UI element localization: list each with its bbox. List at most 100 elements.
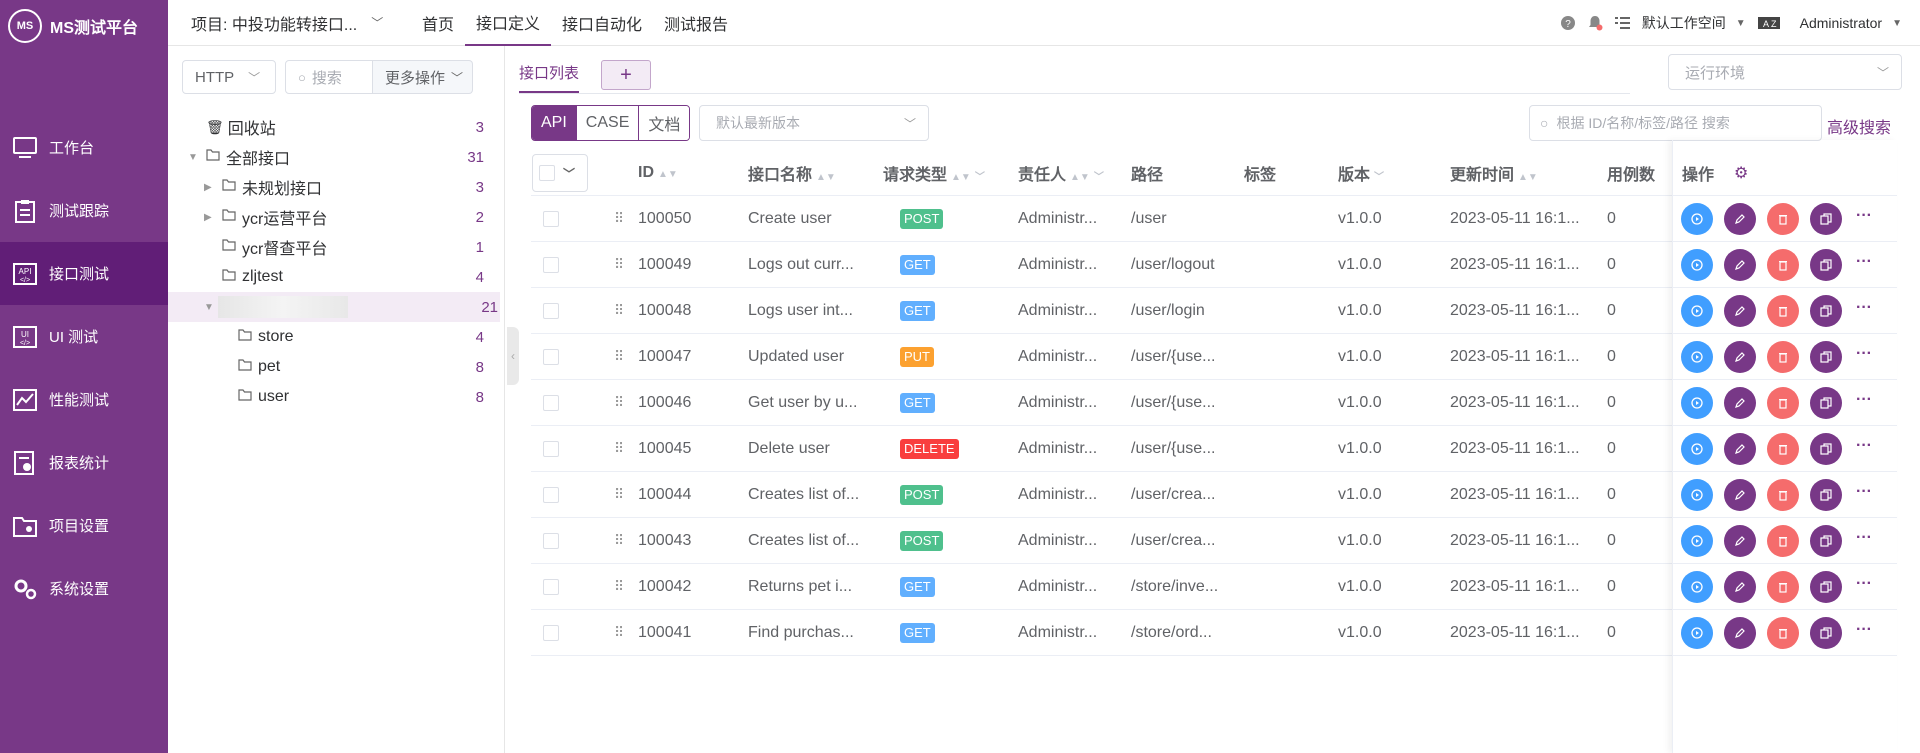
add-tab-button[interactable]: + — [601, 60, 652, 90]
cell-name[interactable]: Find purchas... — [748, 624, 863, 642]
advanced-search-link[interactable]: 高级搜索 — [1827, 114, 1891, 138]
chevron-down-icon: ﹀ — [1876, 65, 1889, 80]
drag-handle-icon[interactable]: ⠿ — [614, 532, 622, 549]
drag-handle-icon[interactable]: ⠿ — [614, 394, 622, 411]
row-checkbox[interactable] — [543, 486, 559, 503]
drag-handle-icon[interactable]: ⠿ — [614, 256, 622, 273]
select-all-dropdown[interactable]: ﹀ — [532, 154, 588, 192]
col-method[interactable]: 请求类型 ▲▼ ﹀ — [883, 161, 985, 185]
mode-1[interactable]: CASE — [575, 106, 639, 140]
col-version[interactable]: 版本 ﹀ — [1338, 161, 1384, 185]
tab-2[interactable]: 接口自动化 — [551, 0, 653, 46]
tree-toggle-icon[interactable]: ▶ — [204, 212, 218, 223]
tree-node-count: 4 — [475, 268, 484, 286]
sidebar-item-5[interactable]: 报表统计 — [0, 431, 168, 494]
tree-toggle-icon[interactable]: ▼ — [204, 302, 218, 313]
mode-2[interactable]: 文档 — [638, 106, 690, 140]
row-checkbox[interactable] — [543, 624, 559, 641]
project-selector[interactable]: 项目: 中投功能转接口... ﹀ — [191, 11, 396, 35]
drag-handle-icon[interactable]: ⠿ — [614, 624, 622, 641]
drag-handle-icon[interactable]: ⠿ — [614, 578, 622, 595]
col-name[interactable]: 接口名称 ▲▼ — [748, 161, 836, 185]
cell-name[interactable]: Updated user — [748, 348, 863, 366]
tree-node[interactable]: ▶ ycr运营平台 2 — [182, 202, 500, 232]
row-checkbox[interactable] — [543, 302, 559, 319]
tab-api-list[interactable]: 接口列表 — [519, 62, 580, 93]
tree-node-label: store — [258, 328, 294, 345]
drag-handle-icon[interactable]: ⠿ — [614, 348, 622, 365]
filter-icon[interactable]: ﹀ — [975, 172, 985, 183]
language-icon[interactable]: AZ — [1757, 17, 1780, 29]
sidebar-item-7[interactable]: 系统设置 — [0, 557, 168, 620]
app-logo[interactable]: MS MS测试平台 — [8, 8, 138, 44]
bell-icon[interactable] — [1587, 15, 1603, 31]
row-checkbox[interactable] — [543, 532, 559, 549]
cell-name[interactable]: Logs user int... — [748, 302, 863, 320]
tab-1[interactable]: 接口定义 — [465, 0, 552, 46]
row-checkbox[interactable] — [543, 210, 559, 227]
row-checkbox[interactable] — [543, 394, 559, 411]
workspace-selector[interactable]: 默认工作空间 ▼ — [1642, 13, 1746, 33]
col-updated[interactable]: 更新时间 ▲▼ — [1450, 161, 1538, 185]
drag-handle-icon[interactable]: ⠿ — [614, 302, 622, 319]
tree-toggle-icon[interactable]: ▶ — [204, 182, 218, 193]
tree-node[interactable]: ▶ 未规划接口 3 — [182, 172, 500, 202]
select-all-checkbox[interactable] — [539, 165, 555, 181]
cell-name[interactable]: Creates list of... — [748, 532, 863, 550]
drag-handle-icon[interactable]: ⠿ — [614, 440, 622, 457]
filter-icon[interactable]: ﹀ — [1374, 172, 1384, 183]
col-owner[interactable]: 责任人 ▲▼ ﹀ — [1018, 161, 1104, 185]
row-checkbox[interactable] — [543, 578, 559, 595]
tree-search-input[interactable]: ○ 搜索 — [285, 60, 373, 94]
cell-owner: Administr... — [1018, 255, 1098, 273]
cell-name[interactable]: Returns pet i... — [748, 578, 863, 596]
env-select[interactable]: 运行环境 ﹀ — [1668, 54, 1902, 90]
more-ops-button[interactable]: 更多操作 ﹀ — [373, 60, 473, 94]
help-icon[interactable]: ? — [1560, 16, 1575, 30]
tree-node[interactable]: ▼ 21 — [168, 292, 500, 322]
cell-name[interactable]: Creates list of... — [748, 486, 863, 504]
task-list-icon[interactable] — [1614, 16, 1630, 30]
sidebar-item-3[interactable]: UI </> UI 测试 — [0, 305, 168, 368]
sidebar-item-4[interactable]: 性能测试 — [0, 368, 168, 431]
tree-node[interactable]: ▼ 全部接口 31 — [182, 142, 500, 172]
drag-handle-icon[interactable]: ⠿ — [614, 210, 622, 227]
sidebar-item-2[interactable]: API </> 接口测试 — [0, 242, 168, 305]
mode-0[interactable]: API — [532, 106, 576, 140]
tree-node[interactable]: user 8 — [182, 382, 500, 412]
tree-toggle-icon[interactable]: ▼ — [188, 152, 202, 163]
cell-name[interactable]: Delete user — [748, 440, 863, 458]
tab-3[interactable]: 测试报告 — [653, 0, 739, 46]
trash-node[interactable]: 🗑 回收站 3 — [182, 112, 500, 142]
sidebar-item-1[interactable]: 测试跟踪 — [0, 179, 168, 242]
sidebar-item-label: 接口测试 — [49, 266, 110, 283]
module-tree-panel: HTTP ﹀ ○ 搜索 更多操作 ﹀ 🗑 回收站 3 ▼ 全部接口 31 ▶ 未规划接口… — [168, 46, 505, 753]
cell-version: v1.0.0 — [1338, 531, 1382, 549]
tree-node[interactable]: pet 8 — [182, 352, 500, 382]
tab-0[interactable]: 首页 — [411, 0, 465, 46]
collapse-panel-handle[interactable]: ‹ — [507, 327, 519, 385]
sidebar-item-6[interactable]: 项目设置 — [0, 494, 168, 557]
chevron-down-icon: ﹀ — [563, 166, 576, 181]
user-menu[interactable]: Administrator ▼ — [1800, 15, 1902, 31]
drag-handle-icon[interactable]: ⠿ — [614, 486, 622, 503]
row-checkbox[interactable] — [543, 348, 559, 365]
row-checkbox[interactable] — [543, 440, 559, 457]
version-select[interactable]: 默认最新版本 ﹀ — [699, 105, 929, 141]
cell-name[interactable]: Create user — [748, 210, 863, 228]
cell-name[interactable]: Logs out curr... — [748, 256, 863, 274]
tree-node-label: 未规划接口 — [242, 181, 323, 198]
svg-text:?: ? — [1565, 19, 1571, 30]
col-owner-label: 责任人 — [1018, 166, 1067, 184]
row-checkbox[interactable] — [543, 256, 559, 273]
filter-icon[interactable]: ﹀ — [1094, 172, 1104, 183]
tree-node[interactable]: zljtest 4 — [182, 262, 500, 292]
api-search-input[interactable]: ○ 根据 ID/名称/标签/路径 搜索 — [1529, 105, 1822, 141]
tree-node[interactable]: store 4 — [182, 322, 500, 352]
sidebar-item-0[interactable]: 工作台 — [0, 116, 168, 179]
tree-node[interactable]: ycr督查平台 1 — [182, 232, 500, 262]
cell-name[interactable]: Get user by u... — [748, 394, 863, 412]
protocol-select[interactable]: HTTP ﹀ — [182, 60, 276, 94]
sidebar-item-label: UI 测试 — [49, 329, 99, 346]
col-id[interactable]: ID ▲▼ — [638, 164, 678, 182]
